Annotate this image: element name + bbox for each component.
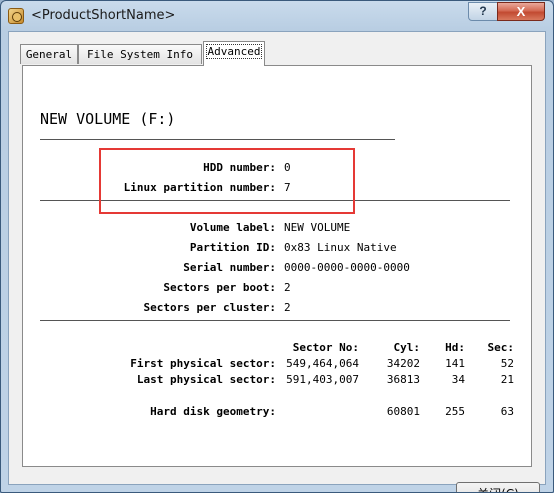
- sectors-per-cluster-value: 2: [284, 301, 291, 314]
- sectors-per-cluster-label: Sectors per cluster:: [143, 301, 276, 314]
- first-sec: 52: [500, 357, 514, 370]
- tab-label-file-system-info: File System Info: [87, 48, 193, 61]
- first-sector-number: 549,464,064: [286, 357, 359, 370]
- first-physical-sector-label: First physical sector:: [130, 357, 276, 370]
- partition-id-value: 0x83 Linux Native: [284, 241, 397, 254]
- first-hd: 141: [445, 357, 465, 370]
- volume-heading: NEW VOLUME (F:): [40, 110, 176, 128]
- tab-general[interactable]: General: [20, 44, 78, 64]
- divider: [40, 320, 510, 322]
- last-cyl: 36813: [386, 373, 420, 386]
- hard-disk-geometry-label: Hard disk geometry:: [150, 405, 276, 418]
- geometry-hd: 255: [445, 405, 465, 418]
- partition-id-label: Partition ID:: [189, 241, 276, 254]
- sectors-per-boot-value: 2: [284, 281, 291, 294]
- sec-header: Sec:: [487, 341, 515, 354]
- hd-header: Hd:: [445, 341, 465, 354]
- cyl-header: Cyl:: [393, 341, 421, 354]
- last-sector-number: 591,403,007: [286, 373, 359, 386]
- tab-advanced[interactable]: Advanced: [203, 41, 265, 66]
- serial-number-value: 0000-0000-0000-0000: [284, 261, 410, 274]
- tab-label-general: General: [25, 48, 73, 61]
- advanced-panel: NEW VOLUME (F:) HDD number: 0 Linux part…: [22, 65, 532, 467]
- geometry-sec: 63: [500, 405, 514, 418]
- tab-label-advanced: Advanced: [205, 44, 263, 59]
- first-cyl: 34202: [386, 357, 420, 370]
- tab-file-system-info[interactable]: File System Info: [78, 44, 202, 64]
- divider: [40, 139, 395, 141]
- properties-window: <ProductShortName> ? X General File Syst…: [0, 0, 554, 493]
- last-hd: 34: [451, 373, 465, 386]
- dialog-client: General File System Info Advanced NEW VO…: [8, 31, 546, 492]
- sectors-per-boot-label: Sectors per boot:: [163, 281, 276, 294]
- sector-no-header: Sector No:: [292, 341, 359, 354]
- title-bar[interactable]: <ProductShortName> ? X: [1, 1, 553, 31]
- partition-number-value: 7: [284, 181, 291, 194]
- partition-number-label: Linux partition number:: [123, 181, 276, 194]
- serial-number-label: Serial number:: [183, 261, 276, 274]
- volume-label-value: NEW VOLUME: [284, 221, 351, 234]
- close-window-button[interactable]: X: [497, 2, 545, 21]
- drive-app-icon: [8, 8, 24, 24]
- close-button[interactable]: 关闭(C): [456, 482, 540, 492]
- last-sec: 21: [500, 373, 514, 386]
- hdd-number-label: HDD number:: [203, 161, 276, 174]
- help-button[interactable]: ?: [468, 2, 498, 21]
- divider: [40, 200, 510, 202]
- hdd-number-value: 0: [284, 161, 291, 174]
- last-physical-sector-label: Last physical sector:: [136, 373, 276, 386]
- geometry-cyl: 60801: [386, 405, 420, 418]
- window-title: <ProductShortName>: [31, 8, 176, 23]
- volume-label-label: Volume label:: [189, 221, 276, 234]
